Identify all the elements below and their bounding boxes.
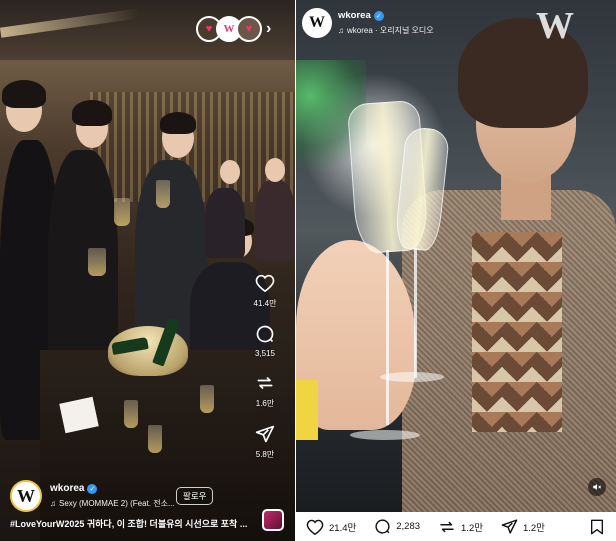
audio-title[interactable]: wkorea · 오리지널 오디오 — [347, 25, 434, 36]
yellow-sleeve-image — [296, 380, 318, 440]
share-button[interactable]: 1.2만 — [501, 518, 545, 535]
comment-button[interactable]: 3,515 — [254, 323, 276, 358]
mute-button[interactable] — [588, 478, 606, 496]
heart-icon[interactable] — [254, 272, 276, 294]
story-author-avatar[interactable]: W — [302, 8, 332, 38]
story-header: W wkorea ✓ ♫ wkorea · 오리지널 오디오 — [302, 8, 434, 38]
flute-foot — [350, 430, 420, 440]
share-count: 5.8만 — [255, 450, 275, 459]
repost-count: 1.6만 — [255, 399, 275, 408]
like-button[interactable]: 21.4만 — [306, 519, 356, 535]
glass-image — [88, 248, 106, 276]
w-logo-icon: W — [17, 485, 35, 506]
comment-icon[interactable] — [374, 518, 391, 535]
story-avatars-row[interactable]: ♥ W ♥ › — [196, 15, 271, 43]
share-button[interactable]: 5.8만 — [254, 423, 276, 460]
story-avatar[interactable]: ♥ — [236, 16, 262, 42]
verified-badge-icon: ✓ — [87, 483, 98, 494]
flute-foot — [380, 372, 444, 382]
music-note-icon: ♫ — [50, 499, 56, 508]
flute-stem — [386, 250, 389, 425]
reel-caption[interactable]: #LoveYourW2025 귀하다, 이 조합! 더블유의 시선으로 포착 .… — [10, 517, 262, 530]
audio-attribution[interactable]: ♫ Sexy (MOMMAE 2) (Feat. 전소... — [50, 498, 175, 509]
follow-button[interactable]: 팔로우 — [176, 487, 214, 505]
post-action-bar: 21.4만 2,283 1.2만 1.2만 — [296, 512, 616, 541]
reel-action-rail: 41.4만 3,515 1.6만 5.8만 — [247, 272, 283, 474]
audio-thumbnail[interactable] — [262, 509, 284, 531]
like-count: 41.4만 — [253, 299, 277, 308]
repost-icon[interactable] — [438, 518, 456, 536]
glass-image — [124, 400, 138, 428]
audio-title[interactable]: Sexy (MOMMAE 2) (Feat. 전소... — [59, 498, 175, 509]
w-logo-icon: W — [223, 23, 235, 35]
glass-image — [200, 385, 214, 413]
glass-image — [148, 425, 162, 453]
flute-stem — [414, 248, 417, 378]
heart-icon: ♥ — [205, 23, 213, 35]
story-photo: W wkorea ✓ ♫ wkorea · 오리지널 오디오 W — [296, 0, 616, 512]
w-logo-icon: W — [309, 14, 325, 31]
comment-button[interactable]: 2,283 — [374, 518, 420, 535]
comment-count: 3,515 — [254, 349, 276, 358]
story-panel: W wkorea ✓ ♫ wkorea · 오리지널 오디오 W 21.4만 2… — [296, 0, 616, 541]
story-author-meta: wkorea ✓ ♫ wkorea · 오리지널 오디오 — [338, 10, 434, 36]
argyle-sweater-image — [472, 232, 562, 432]
username-text[interactable]: wkorea — [50, 483, 84, 494]
comment-icon[interactable] — [254, 323, 276, 345]
username-text[interactable]: wkorea — [338, 10, 371, 21]
save-button[interactable] — [590, 519, 604, 540]
reel-panel: ♥ W ♥ › 41.4만 3,515 1.6만 5.8만 W wkorea ✓… — [0, 0, 295, 541]
like-button[interactable]: 41.4만 — [253, 272, 277, 309]
share-count: 1.2만 — [522, 522, 545, 534]
glass-image — [156, 180, 170, 208]
comment-count: 2,283 — [396, 521, 421, 532]
bookmark-icon[interactable] — [590, 519, 604, 535]
heart-icon[interactable] — [306, 519, 324, 535]
story-username[interactable]: wkorea ✓ — [338, 10, 434, 21]
repost-count: 1.2만 — [461, 522, 483, 534]
glass-image — [114, 198, 130, 226]
send-icon[interactable] — [501, 518, 518, 535]
chevron-right-icon[interactable]: › — [266, 20, 271, 38]
repost-icon[interactable] — [254, 372, 276, 394]
send-icon[interactable] — [254, 423, 276, 445]
heart-icon: ♥ — [245, 23, 253, 35]
repost-button[interactable]: 1.6만 — [254, 372, 276, 409]
reel-author-row: W wkorea ✓ ♫ Sexy (MOMMAE 2) (Feat. 전소..… — [10, 480, 175, 512]
repost-button[interactable]: 1.2만 — [438, 518, 483, 536]
speaker-muted-icon — [593, 484, 602, 490]
author-meta: wkorea ✓ ♫ Sexy (MOMMAE 2) (Feat. 전소... — [50, 483, 175, 509]
story-audio-attribution[interactable]: ♫ wkorea · 오리지널 오디오 — [338, 25, 434, 36]
author-avatar[interactable]: W — [10, 480, 42, 512]
verified-badge-icon: ✓ — [373, 10, 384, 21]
author-username[interactable]: wkorea ✓ — [50, 483, 175, 494]
follow-label: 팔로우 — [183, 491, 207, 501]
brand-w-watermark: W — [536, 5, 574, 47]
music-note-icon: ♫ — [338, 26, 344, 35]
like-count: 21.4만 — [329, 522, 357, 534]
